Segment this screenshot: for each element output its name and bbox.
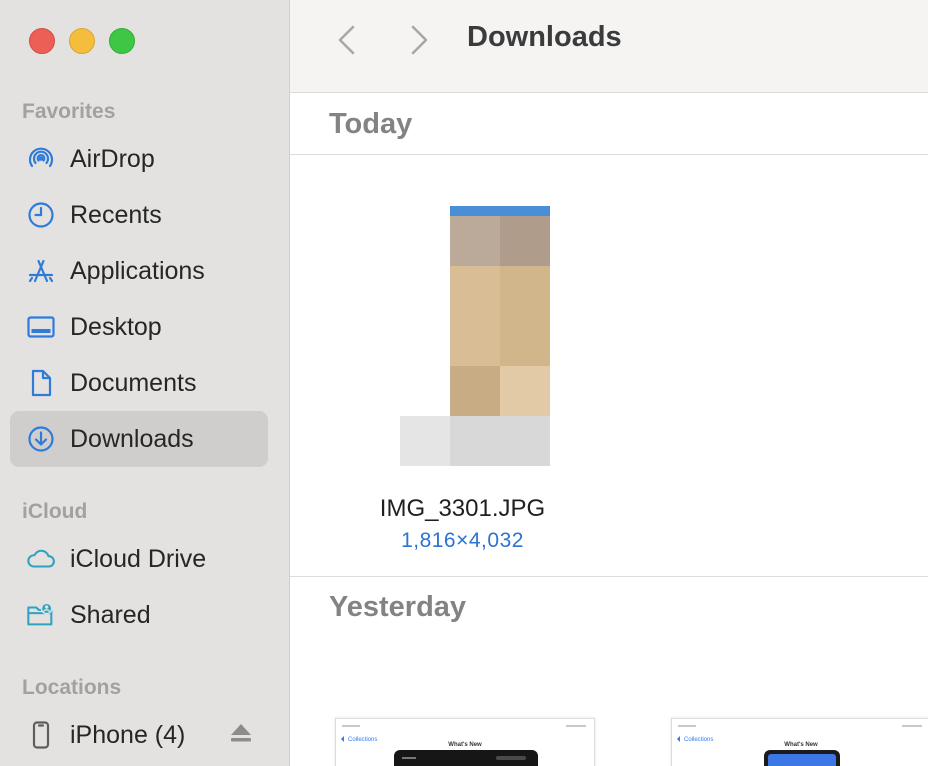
close-button[interactable] [29,28,55,54]
download-icon [26,424,56,454]
minimize-button[interactable] [69,28,95,54]
sidebar-item-label: AirDrop [70,144,155,173]
forward-button[interactable] [408,24,432,61]
sidebar-item-downloads[interactable]: Downloads [10,411,268,467]
applications-icon [26,256,56,286]
group-title: Today [329,108,413,140]
zoom-button[interactable] [109,28,135,54]
back-button[interactable] [334,24,358,61]
sidebar-section-favorites: Favorites [22,100,116,123]
sidebar-item-recents[interactable]: Recents [10,187,268,243]
sidebar-item-documents[interactable]: Documents [10,355,268,411]
file-thumbnail[interactable]: Collections What's New [335,718,595,766]
sidebar-section-locations: Locations [22,676,122,699]
sidebar-item-iphone[interactable]: iPhone (4) [10,707,268,763]
iphone-icon [26,720,56,750]
sidebar-item-shared[interactable]: Shared [10,587,268,643]
clock-icon [26,200,56,230]
airdrop-icon [26,144,56,174]
sidebar: Favorites AirDrop Recents Applications D… [0,0,290,766]
eject-icon[interactable] [230,723,252,748]
shared-folder-icon [26,600,56,630]
sidebar-item-label: Recents [70,200,162,229]
file-thumbnail[interactable]: Collections What's New [671,718,928,766]
toolbar: Downloads [290,0,928,93]
sidebar-section-icloud: iCloud [22,500,88,523]
document-icon [26,368,56,398]
group-header-yesterday: Yesterday [290,577,928,639]
sidebar-item-label: iPhone (4) [70,720,186,749]
sidebar-item-airdrop[interactable]: AirDrop [10,131,268,187]
window-title: Downloads [467,21,622,53]
sidebar-item-icloud-drive[interactable]: iCloud Drive [10,531,268,587]
cloud-icon [26,544,56,574]
desktop-icon [26,312,56,342]
sidebar-item-label: iCloud Drive [70,544,207,573]
sidebar-item-label: Desktop [70,312,162,341]
sidebar-item-applications[interactable]: Applications [10,243,268,299]
sidebar-item-label: Downloads [70,424,194,453]
file-thumbnail[interactable] [400,201,550,471]
group-header-today: Today [290,93,928,155]
file-browser: Today IMG_3301.JPG 1,816×4,032 Yesterday… [290,93,928,766]
sidebar-item-label: Shared [70,600,151,629]
window-controls [29,28,135,54]
file-name[interactable]: IMG_3301.JPG [330,495,595,523]
file-dimensions: 1,816×4,032 [401,529,524,552]
group-title: Yesterday [329,591,467,623]
sidebar-item-desktop[interactable]: Desktop [10,299,268,355]
sidebar-item-label: Documents [70,368,197,397]
sidebar-item-label: Applications [70,256,205,285]
